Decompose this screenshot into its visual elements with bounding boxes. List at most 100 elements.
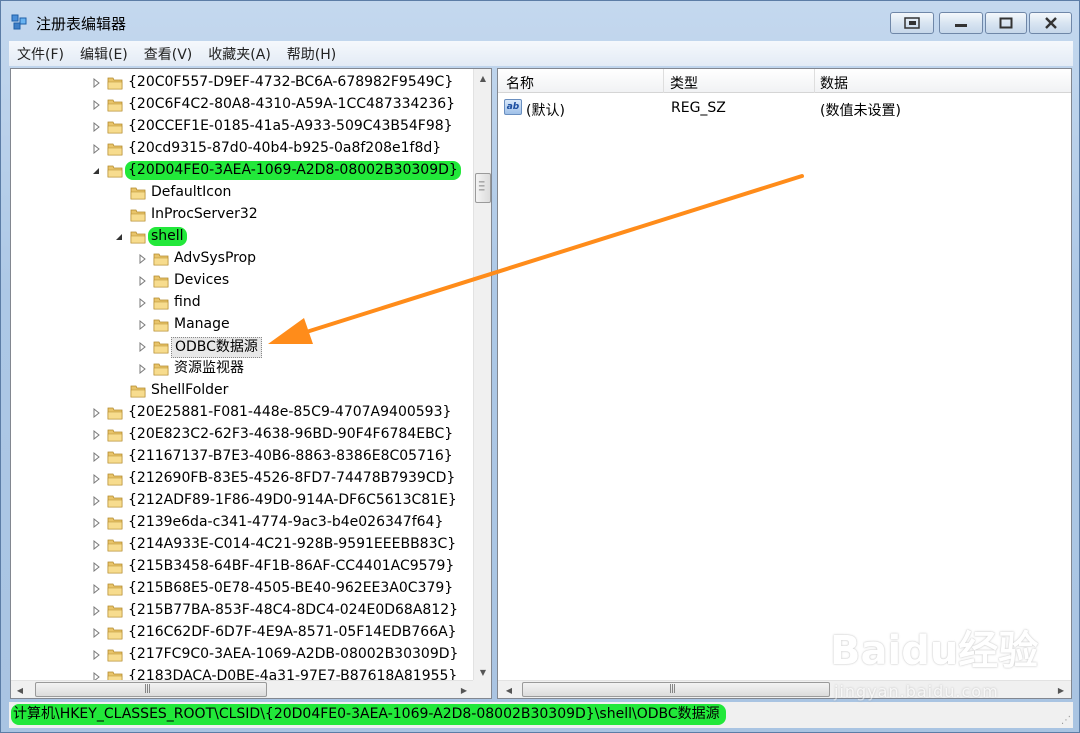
column-header-data[interactable]: 数据 <box>820 73 848 93</box>
tree-node-label[interactable]: {2183DACA-D0BE-4a31-97E7-B87618A81955} <box>125 667 460 681</box>
tree-node[interactable]: {20CCEF1E-0185-41a5-A933-509C43B54F98} <box>11 116 471 138</box>
tree-node-label[interactable]: AdvSysProp <box>171 249 259 268</box>
tree-node[interactable]: {215B77BA-853F-48C4-8DC4-024E0D68A812} <box>11 600 471 622</box>
tree-node[interactable]: {212690FB-83E5-4526-8FD7-74478B7939CD} <box>11 468 471 490</box>
tree-node-label[interactable]: InProcServer32 <box>148 205 261 224</box>
tree-node[interactable]: AdvSysProp <box>11 248 471 270</box>
tree-node-label[interactable]: {20E823C2-62F3-4638-96BD-90F4F6784EBC} <box>125 425 456 444</box>
maximize-button[interactable] <box>985 12 1027 34</box>
tree-node[interactable]: {2139e6da-c341-4774-9ac3-b4e026347f64} <box>11 512 471 534</box>
tree-node-label[interactable]: {20E25881-F081-448e-85C9-4707A9400593} <box>125 403 454 422</box>
menu-file[interactable]: 文件(F) <box>9 44 72 64</box>
collapsed-arrow-icon[interactable] <box>91 496 101 506</box>
tree-node-label[interactable]: {217FC9C0-3AEA-1069-A2DB-08002B30309D} <box>125 645 461 664</box>
scroll-down-icon[interactable]: ▼ <box>475 664 491 680</box>
collapsed-arrow-icon[interactable] <box>91 122 101 132</box>
resize-grip-icon[interactable]: ⋰ <box>1061 715 1071 726</box>
tree-node[interactable]: {20cd9315-87d0-40b4-b925-0a8f208e1f8d} <box>11 138 471 160</box>
tree-node-label[interactable]: shell <box>148 227 187 246</box>
tree-node[interactable]: {20C6F4C2-80A8-4310-A59A-1CC487334236} <box>11 94 471 116</box>
tree-node[interactable]: find <box>11 292 471 314</box>
collapsed-arrow-icon[interactable] <box>137 298 147 308</box>
tree-node[interactable]: {21167137-B7E3-40B6-8863-8386E8C05716} <box>11 446 471 468</box>
tree-node[interactable]: {20E823C2-62F3-4638-96BD-90F4F6784EBC} <box>11 424 471 446</box>
tree-node-label[interactable]: find <box>171 293 204 312</box>
tree-node[interactable]: shell <box>11 226 471 248</box>
collapsed-arrow-icon[interactable] <box>137 276 147 286</box>
tree-node[interactable]: {215B3458-64BF-4F1B-86AF-CC4401AC9579} <box>11 556 471 578</box>
value-row[interactable]: ab (默认) REG_SZ (数值未设置) <box>498 97 1071 119</box>
tree-node[interactable]: InProcServer32 <box>11 204 471 226</box>
expanded-arrow-icon[interactable] <box>114 232 124 242</box>
tree-node-label[interactable]: {214A933E-C014-4C21-928B-9591EEEBB83C} <box>125 535 459 554</box>
tree-node-label[interactable]: {215B68E5-0E78-4505-BE40-962EE3A0C379} <box>125 579 456 598</box>
tree-node-label[interactable]: {20cd9315-87d0-40b4-b925-0a8f208e1f8d} <box>125 139 444 158</box>
tree-node[interactable]: DefaultIcon <box>11 182 471 204</box>
tree-node-label[interactable]: ODBC数据源 <box>171 337 262 358</box>
collapsed-arrow-icon[interactable] <box>91 518 101 528</box>
scroll-right-icon[interactable]: ▶ <box>1053 682 1069 698</box>
tree-node-label[interactable]: {2139e6da-c341-4774-9ac3-b4e026347f64} <box>125 513 446 532</box>
tree-node[interactable]: {215B68E5-0E78-4505-BE40-962EE3A0C379} <box>11 578 471 600</box>
tree-node[interactable]: ShellFolder <box>11 380 471 402</box>
tree-vscroll-thumb[interactable]: ─ ─ ─ <box>475 173 491 203</box>
collapsed-arrow-icon[interactable] <box>91 606 101 616</box>
tree-node-label[interactable]: {20C0F557-D9EF-4732-BC6A-678982F9549C} <box>125 73 456 92</box>
collapsed-arrow-icon[interactable] <box>91 650 101 660</box>
tree-node-label[interactable]: {20C6F4C2-80A8-4310-A59A-1CC487334236} <box>125 95 458 114</box>
special-window-button[interactable] <box>890 12 934 34</box>
scroll-left-icon[interactable]: ◀ <box>501 682 517 698</box>
values-hscroll-thumb[interactable]: ||| <box>522 682 830 697</box>
expanded-arrow-icon[interactable] <box>91 166 101 176</box>
tree-hscroll-thumb[interactable]: ||| <box>35 682 267 697</box>
collapsed-arrow-icon[interactable] <box>137 342 147 352</box>
tree-node-label[interactable]: {215B77BA-853F-48C4-8DC4-024E0D68A812} <box>125 601 461 620</box>
collapsed-arrow-icon[interactable] <box>91 78 101 88</box>
close-button[interactable] <box>1029 12 1072 34</box>
minimize-button[interactable] <box>939 12 983 34</box>
scroll-left-icon[interactable]: ◀ <box>12 682 28 698</box>
tree-node-label[interactable]: {215B3458-64BF-4F1B-86AF-CC4401AC9579} <box>125 557 457 576</box>
tree-node-label[interactable]: Devices <box>171 271 232 290</box>
tree-node-label[interactable]: {216C62DF-6D7F-4E9A-8571-05F14EDB766A} <box>125 623 460 642</box>
tree-node-label[interactable]: ShellFolder <box>148 381 231 400</box>
collapsed-arrow-icon[interactable] <box>91 584 101 594</box>
collapsed-arrow-icon[interactable] <box>137 364 147 374</box>
tree-node-label[interactable]: Manage <box>171 315 233 334</box>
menu-favorites[interactable]: 收藏夹(A) <box>200 44 279 64</box>
tree-node-label[interactable]: {212690FB-83E5-4526-8FD7-74478B7939CD} <box>125 469 458 488</box>
tree-node[interactable]: Devices <box>11 270 471 292</box>
tree-node[interactable]: ODBC数据源 <box>11 336 471 358</box>
tree-node[interactable]: {212ADF89-1F86-49D0-914A-DF6C5613C81E} <box>11 490 471 512</box>
collapsed-arrow-icon[interactable] <box>91 100 101 110</box>
menu-view[interactable]: 查看(V) <box>136 44 201 64</box>
column-header-type[interactable]: 类型 <box>670 73 698 93</box>
collapsed-arrow-icon[interactable] <box>91 452 101 462</box>
column-divider[interactable] <box>663 69 664 93</box>
collapsed-arrow-icon[interactable] <box>137 254 147 264</box>
collapsed-arrow-icon[interactable] <box>91 540 101 550</box>
tree-node-label[interactable]: 资源监视器 <box>171 359 247 378</box>
tree-node-label[interactable]: DefaultIcon <box>148 183 234 202</box>
collapsed-arrow-icon[interactable] <box>91 628 101 638</box>
tree-node[interactable]: {216C62DF-6D7F-4E9A-8571-05F14EDB766A} <box>11 622 471 644</box>
tree-node-label[interactable]: {20CCEF1E-0185-41a5-A933-509C43B54F98} <box>125 117 456 136</box>
collapsed-arrow-icon[interactable] <box>91 562 101 572</box>
tree-node-label[interactable]: {20D04FE0-3AEA-1069-A2D8-08002B30309D} <box>125 161 461 180</box>
tree-node[interactable]: {20E25881-F081-448e-85C9-4707A9400593} <box>11 402 471 424</box>
tree-node[interactable]: {2183DACA-D0BE-4a31-97E7-B87618A81955} <box>11 666 471 681</box>
tree-node[interactable]: {20D04FE0-3AEA-1069-A2D8-08002B30309D} <box>11 160 471 182</box>
collapsed-arrow-icon[interactable] <box>91 408 101 418</box>
tree-node[interactable]: {217FC9C0-3AEA-1069-A2DB-08002B30309D} <box>11 644 471 666</box>
tree-horizontal-scrollbar[interactable]: ◀ ||| ▶ <box>11 680 473 698</box>
scroll-up-icon[interactable]: ▲ <box>475 70 491 86</box>
column-divider[interactable] <box>814 69 815 93</box>
tree-node-label[interactable]: {212ADF89-1F86-49D0-914A-DF6C5613C81E} <box>125 491 460 510</box>
tree-node-label[interactable]: {21167137-B7E3-40B6-8863-8386E8C05716} <box>125 447 456 466</box>
collapsed-arrow-icon[interactable] <box>91 144 101 154</box>
scroll-right-icon[interactable]: ▶ <box>456 682 472 698</box>
collapsed-arrow-icon[interactable] <box>91 430 101 440</box>
collapsed-arrow-icon[interactable] <box>91 474 101 484</box>
column-header-name[interactable]: 名称 <box>506 73 534 93</box>
tree-node[interactable]: {20C0F557-D9EF-4732-BC6A-678982F9549C} <box>11 72 471 94</box>
